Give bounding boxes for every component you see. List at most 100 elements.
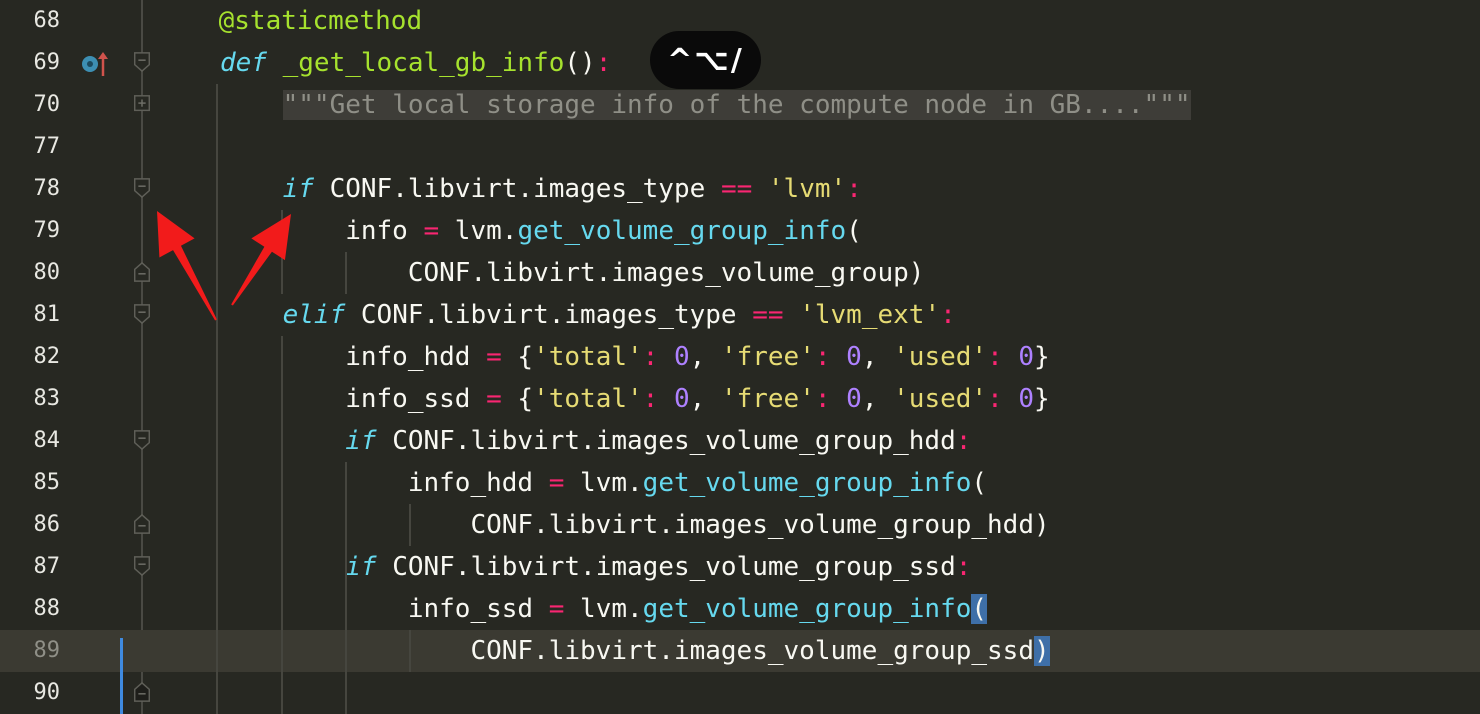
token-text: , xyxy=(861,384,894,414)
token-num: 0 xyxy=(673,342,690,372)
token-op: : xyxy=(955,552,972,582)
token-text: ( xyxy=(846,216,862,246)
code-text[interactable]: """Get local storage info of the compute… xyxy=(220,84,1191,126)
code-text[interactable]: elif CONF.libvirt.images_type == 'lvm_ex… xyxy=(220,294,956,336)
token-kw: if xyxy=(282,174,314,204)
token-op: : xyxy=(595,48,612,78)
token-op: : xyxy=(987,384,1003,414)
token-str: 'total' xyxy=(533,342,643,372)
code-text[interactable]: info_ssd = lvm.get_volume_group_info( xyxy=(220,588,988,630)
code-editor[interactable]: 68 @staticmethod 69 def _get_local_gb_info… xyxy=(0,0,1480,714)
token-text: ( xyxy=(971,468,988,498)
token-deco: @staticmethod xyxy=(156,6,423,36)
token-text: , xyxy=(861,342,894,372)
code-text[interactable]: @staticmethod xyxy=(156,0,423,42)
fold-collapse-icon[interactable] xyxy=(133,430,151,450)
code-line[interactable]: 70 """Get local storage info of the comp… xyxy=(0,84,1480,126)
code-line[interactable]: 86 CONF.libvirt.images_volume_group_hdd) xyxy=(0,504,1480,546)
code-text[interactable]: info_ssd = {'total': 0, 'free': 0, 'used… xyxy=(220,378,1049,420)
line-number[interactable]: 79 xyxy=(0,210,61,252)
line-number[interactable]: 83 xyxy=(0,378,61,420)
token-fn: _get_local_gb_info xyxy=(282,48,565,78)
line-number[interactable]: 90 xyxy=(0,672,61,714)
fold-collapse-icon[interactable] xyxy=(133,556,151,576)
token-num: 0 xyxy=(1018,384,1035,414)
indent-guide xyxy=(345,252,347,294)
code-line[interactable]: 81 elif CONF.libvirt.images_type == 'lvm… xyxy=(0,294,1480,336)
code-line[interactable]: 84 if CONF.libvirt.images_volume_group_h… xyxy=(0,420,1480,462)
code-text[interactable]: if CONF.libvirt.images_type == 'lvm': xyxy=(220,168,862,210)
token-call: get_volume_group_info xyxy=(517,216,847,246)
token-text: info_ssd xyxy=(220,384,487,414)
token-op: == xyxy=(720,174,753,204)
token-num: 0 xyxy=(846,384,862,414)
fold-collapse-icon[interactable] xyxy=(133,52,151,72)
line-number[interactable]: 81 xyxy=(0,294,61,336)
token-op: == xyxy=(752,300,784,330)
line-number[interactable]: 68 xyxy=(0,0,61,42)
overrides-up-arrow-icon[interactable] xyxy=(96,51,110,77)
vcs-change-marker[interactable] xyxy=(120,638,123,714)
token-op: : xyxy=(987,342,1003,372)
line-number[interactable]: 82 xyxy=(0,336,61,378)
line-number[interactable]: 80 xyxy=(0,252,61,294)
line-number[interactable]: 69 xyxy=(0,42,61,84)
code-line[interactable]: 87 if CONF.libvirt.images_volume_group_s… xyxy=(0,546,1480,588)
token-op: = xyxy=(423,216,440,246)
code-line[interactable]: 85 info_hdd = lvm.get_volume_group_info( xyxy=(0,462,1480,504)
line-number[interactable]: 88 xyxy=(0,588,61,630)
token-text: lvm. xyxy=(439,216,518,246)
line-number[interactable]: 85 xyxy=(0,462,61,504)
code-line[interactable]: 83 info_ssd = {'total': 0, 'free': 0, 'u… xyxy=(0,378,1480,420)
token-op: = xyxy=(548,594,565,624)
code-text[interactable]: if CONF.libvirt.images_volume_group_ssd: xyxy=(220,546,971,588)
token-text: info_hdd xyxy=(220,468,549,498)
line-number[interactable]: 87 xyxy=(0,546,61,588)
code-line[interactable]: 78 if CONF.libvirt.images_type == 'lvm': xyxy=(0,168,1480,210)
line-number[interactable]: 86 xyxy=(0,504,61,546)
token-op: : xyxy=(955,426,972,456)
code-text[interactable]: CONF.libvirt.images_volume_group) xyxy=(220,252,925,294)
fold-collapse-icon[interactable] xyxy=(133,178,151,198)
code-line[interactable]: 80 CONF.libvirt.images_volume_group) xyxy=(0,252,1480,294)
code-line[interactable]: 77 xyxy=(0,126,1480,168)
token-text: lvm. xyxy=(564,594,643,624)
token-op: : xyxy=(814,384,831,414)
code-line[interactable]: 90 xyxy=(0,672,1480,714)
token-text: CONF.libvirt.images_type xyxy=(345,300,753,330)
code-text[interactable]: def _get_local_gb_info(): xyxy=(220,42,611,84)
token-text: CONF.libvirt.images_type xyxy=(313,174,721,204)
line-number[interactable]: 78 xyxy=(0,168,61,210)
fold-collapse-icon[interactable] xyxy=(133,682,151,702)
code-line[interactable]: 82 info_hdd = {'total': 0, 'free': 0, 'u… xyxy=(0,336,1480,378)
code-line[interactable]: 89 CONF.libvirt.images_volume_group_ssd) xyxy=(0,630,1480,672)
token-text: , xyxy=(689,384,721,414)
line-number[interactable]: 89 xyxy=(0,630,61,672)
code-line[interactable]: 88 info_ssd = lvm.get_volume_group_info( xyxy=(0,588,1480,630)
fold-collapse-icon[interactable] xyxy=(133,304,151,324)
line-number[interactable]: 70 xyxy=(0,84,61,126)
token-str: 'total' xyxy=(533,384,643,414)
token-str: 'free' xyxy=(720,342,815,372)
token-text: CONF.libvirt.images_volume_group) xyxy=(220,258,925,288)
fold-collapse-icon[interactable] xyxy=(133,262,151,282)
code-text[interactable]: info_hdd = lvm.get_volume_group_info( xyxy=(220,462,987,504)
fold-collapse-icon[interactable] xyxy=(133,514,151,534)
token-kw: if xyxy=(345,426,377,456)
line-number[interactable]: 77 xyxy=(0,126,61,168)
code-text[interactable]: if CONF.libvirt.images_volume_group_hdd: xyxy=(220,420,971,462)
line-number[interactable]: 84 xyxy=(0,420,61,462)
code-text[interactable]: info_hdd = {'total': 0, 'free': 0, 'used… xyxy=(220,336,1049,378)
token-text: () xyxy=(564,48,596,78)
token-num: 0 xyxy=(673,384,690,414)
fold-expand-icon[interactable] xyxy=(133,94,151,114)
token-op: = xyxy=(486,342,502,372)
code-line[interactable]: 79 info = lvm.get_volume_group_info( xyxy=(0,210,1480,252)
token-text: info xyxy=(220,216,424,246)
code-text[interactable]: info = lvm.get_volume_group_info( xyxy=(220,210,862,252)
